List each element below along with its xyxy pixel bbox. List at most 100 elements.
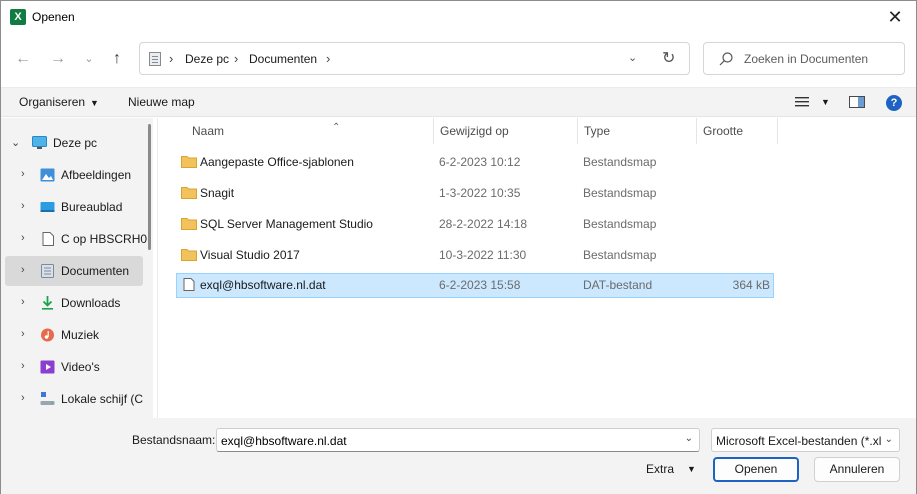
file-name: Snagit: [200, 186, 235, 200]
file-type: Bestandsmap: [583, 248, 657, 262]
sort-ascending-icon: ⌃: [332, 122, 341, 133]
filename-input[interactable]: [221, 433, 671, 449]
folder-icon: [181, 218, 197, 230]
back-button[interactable]: ←: [11, 47, 35, 71]
nav-pane-scrollbar[interactable]: [148, 124, 151, 250]
preview-pane-icon[interactable]: [849, 96, 865, 108]
file-type: Bestandsmap: [583, 186, 657, 200]
nav-item-label: Bureaublad: [61, 200, 123, 214]
column-header-modified[interactable]: Gewijzigd op: [434, 118, 578, 144]
monitor-icon: [32, 136, 47, 149]
drive-icon: [42, 232, 54, 246]
file-name: Visual Studio 2017: [200, 248, 300, 262]
chevron-down-icon[interactable]: ⌄: [685, 433, 693, 444]
expand-right-icon[interactable]: ›: [21, 200, 25, 212]
expand-right-icon[interactable]: ›: [21, 296, 25, 308]
search-input[interactable]: [744, 51, 899, 67]
breadcrumb-separator-icon[interactable]: ›: [169, 51, 173, 66]
address-bar[interactable]: › Deze pc › Documenten › ⌄ ↻: [139, 42, 690, 75]
file-row[interactable]: Snagit 1-3-2022 10:35 Bestandsmap: [176, 181, 774, 206]
recent-locations-button[interactable]: ⌄: [77, 47, 101, 71]
title-bar: X Openen ✕: [1, 1, 916, 33]
excel-icon: X: [10, 9, 26, 25]
tools-button[interactable]: Extra: [646, 462, 674, 476]
file-name: Aangepaste Office-sjablonen: [200, 155, 354, 169]
refresh-icon[interactable]: ↻: [662, 48, 675, 68]
nav-item-label: Deze pc: [53, 136, 98, 150]
nav-item-label: Lokale schijf (C: [61, 392, 144, 406]
view-caret-down-icon[interactable]: ▼: [821, 97, 830, 107]
breadcrumb-item-this-pc[interactable]: Deze pc: [185, 52, 229, 66]
expand-right-icon[interactable]: ›: [21, 232, 25, 244]
caret-down-icon[interactable]: ▼: [687, 464, 696, 474]
column-header-label: Naam: [192, 124, 225, 138]
music-icon: [41, 328, 54, 342]
nav-item-documents[interactable]: › Documenten: [5, 256, 143, 286]
file-row[interactable]: SQL Server Management Studio 28-2-2022 1…: [176, 212, 774, 237]
file-modified: 10-3-2022 11:30: [439, 248, 527, 262]
file-type: Bestandsmap: [583, 155, 657, 169]
nav-item-desktop[interactable]: › Bureaublad: [5, 192, 143, 222]
file-icon: [183, 278, 195, 291]
folder-icon: [181, 249, 197, 261]
dialog-title: Openen: [32, 10, 75, 24]
column-header-name[interactable]: Naam ⌃: [186, 118, 434, 144]
nav-item-local-disk[interactable]: › Lokale schijf (C: [5, 384, 143, 414]
nav-item-pictures[interactable]: › Afbeeldingen: [5, 160, 143, 190]
filename-label: Bestandsnaam:: [132, 433, 216, 447]
expand-right-icon[interactable]: ›: [21, 360, 25, 372]
help-icon[interactable]: ?: [886, 95, 902, 111]
column-header-type[interactable]: Type: [578, 118, 697, 144]
file-type: DAT-bestand: [583, 278, 653, 292]
file-name: exql@hbsoftware.nl.dat: [200, 278, 326, 292]
new-folder-button[interactable]: Nieuwe map: [128, 95, 195, 109]
nav-item-music[interactable]: › Muziek: [5, 320, 143, 350]
this-pc-icon: [149, 52, 161, 66]
nav-item-network-drive[interactable]: › C op HBSCRH0: [5, 224, 147, 254]
breadcrumb-separator-icon[interactable]: ›: [234, 51, 238, 66]
cancel-button[interactable]: Annuleren: [814, 457, 900, 482]
column-header-size[interactable]: Grootte: [697, 118, 778, 144]
chevron-down-icon[interactable]: ⌄: [628, 51, 637, 64]
file-list[interactable]: Naam ⌃ Gewijzigd op Type Grootte Aangepa…: [158, 118, 916, 418]
expand-down-icon[interactable]: ⌄: [11, 136, 20, 149]
expand-right-icon[interactable]: ›: [21, 328, 25, 340]
forward-button[interactable]: →: [46, 47, 70, 71]
organize-label: Organiseren: [19, 95, 86, 109]
search-icon: [719, 52, 733, 66]
file-row[interactable]: Visual Studio 2017 10-3-2022 11:30 Besta…: [176, 243, 774, 268]
view-options-icon[interactable]: [795, 96, 809, 108]
filename-combobox[interactable]: ⌄: [216, 428, 700, 452]
local-disk-icon: [40, 392, 55, 405]
navigation-pane[interactable]: ⌄ Deze pc › Afbeeldingen › Bureaublad › …: [1, 118, 153, 418]
nav-item-label: C op HBSCRH0: [61, 232, 148, 246]
nav-item-downloads[interactable]: › Downloads: [5, 288, 143, 318]
expand-right-icon[interactable]: ›: [21, 264, 25, 276]
chevron-down-icon[interactable]: ⌄: [884, 434, 893, 445]
videos-icon: [40, 360, 55, 374]
nav-item-label: Afbeeldingen: [61, 168, 132, 182]
file-modified: 1-3-2022 10:35: [439, 186, 521, 200]
nav-item-this-pc[interactable]: ⌄ Deze pc: [5, 128, 143, 158]
expand-right-icon[interactable]: ›: [21, 392, 25, 404]
nav-item-label: Muziek: [61, 328, 100, 342]
nav-item-label: Documenten: [61, 264, 130, 278]
close-button[interactable]: ✕: [885, 7, 905, 27]
expand-right-icon[interactable]: ›: [21, 168, 25, 180]
file-row[interactable]: Aangepaste Office-sjablonen 6-2-2023 10:…: [176, 150, 774, 175]
up-button[interactable]: ↑: [105, 47, 129, 71]
file-size: 364 kB: [732, 278, 770, 292]
nav-item-label: Video's: [61, 360, 100, 374]
file-row-selected[interactable]: exql@hbsoftware.nl.dat 6-2-2023 15:58 DA…: [176, 273, 774, 298]
open-button[interactable]: Openen: [713, 457, 799, 482]
search-box[interactable]: [703, 42, 905, 75]
file-modified: 6-2-2023 10:12: [439, 155, 521, 169]
breadcrumb-item-documents[interactable]: Documenten: [249, 52, 317, 66]
breadcrumb-separator-icon[interactable]: ›: [326, 51, 330, 66]
nav-item-videos[interactable]: › Video's: [5, 352, 143, 382]
filetype-select[interactable]: Microsoft Excel-bestanden (*.xl ⌄: [711, 428, 900, 452]
nav-item-label: Downloads: [61, 296, 121, 310]
file-modified: 28-2-2022 14:18: [439, 217, 528, 231]
organize-button[interactable]: Organiseren ▼: [19, 95, 99, 109]
file-type: Bestandsmap: [583, 217, 657, 231]
